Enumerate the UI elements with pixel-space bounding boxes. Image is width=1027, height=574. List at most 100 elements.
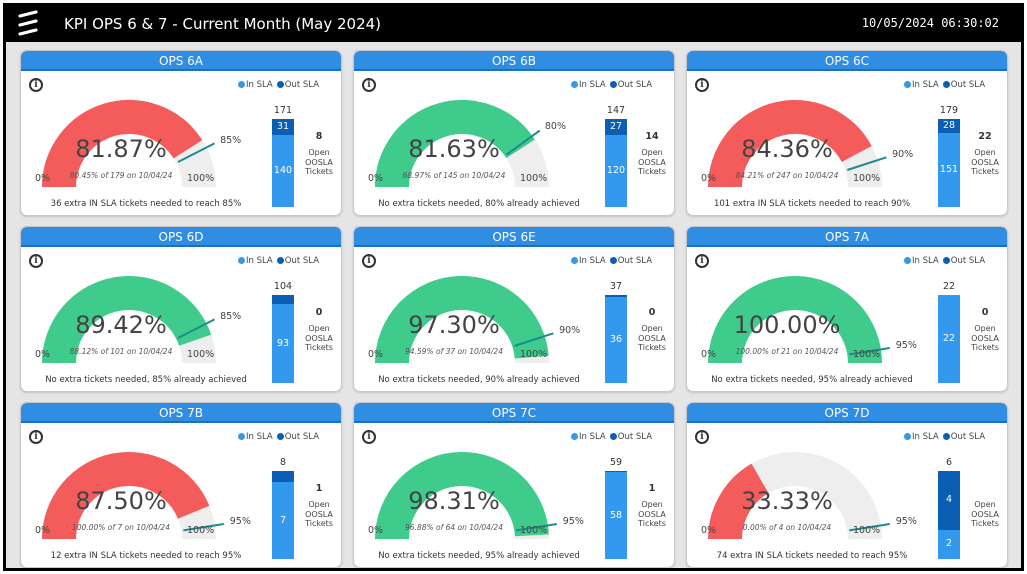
bar-total: 6 (945, 457, 953, 468)
gauge-target-label: 95% (895, 340, 917, 352)
legend: In SLA Out SLA (904, 256, 985, 266)
bar-in-sla-value: 2 (945, 538, 953, 550)
gauge-target-label: 95% (229, 516, 251, 528)
oos-ticket-label: Open OOSLA Tickets (305, 148, 333, 176)
legend-out-sla: Out SLA (942, 80, 986, 90)
legend-out-sla: Out SLA (609, 256, 653, 266)
legend-out-sla-label: Out SLA (284, 256, 320, 266)
dashboard-frame: KPI OPS 6 & 7 - Current Month (May 2024)… (3, 3, 1024, 571)
bar-total: 8 (279, 457, 287, 468)
legend-out-sla-label: Out SLA (284, 432, 320, 442)
legend-in-sla-label: In SLA (912, 256, 939, 266)
bar-out-sla-value: 4 (945, 494, 953, 506)
gauge-percentage: 33.33% (741, 487, 833, 515)
card-title: OPS 6E (354, 227, 674, 247)
out-sla-dot-icon (609, 433, 617, 440)
in-sla-dot-icon (238, 81, 245, 88)
legend-in-sla-label: In SLA (246, 80, 273, 90)
bar-in-sla-value: 58 (609, 509, 623, 521)
gauge-max-label: 100% (853, 173, 881, 184)
legend-out-sla-label: Out SLA (617, 432, 653, 442)
oos-ticket-label: Open OOSLA Tickets (971, 500, 999, 528)
bar-in-sla-value: 7 (279, 514, 287, 526)
card-status-message: 36 extra IN SLA tickets needed to reach … (50, 199, 242, 209)
gauge-min-label: 0% (368, 349, 384, 360)
gauge-max-label: 100% (520, 173, 548, 184)
gauge-min-label: 0% (701, 525, 717, 536)
legend-out-sla: Out SLA (609, 80, 652, 90)
oos-ticket-count: 0 (648, 307, 656, 318)
bar-in-sla-value: 93 (276, 337, 290, 349)
gauge-target-label: 85% (220, 134, 242, 146)
gauge-previous-month: 94.59% of 37 on 10/04/24 (405, 347, 503, 356)
bar-total: 22 (942, 281, 956, 292)
ericsson-logo-icon (10, 6, 46, 42)
legend: In SLA Out SLA (571, 256, 652, 266)
gauge-previous-month: 100.00% of 21 on 10/04/24 (735, 347, 839, 356)
gauge-previous-month: 80.45% of 179 on 10/04/24 (69, 171, 173, 180)
top-bar: KPI OPS 6 & 7 - Current Month (May 2024)… (6, 6, 1021, 42)
kpi-card-ops-6d: OPS 6D i In SLA Out SLA 85% 89.42% 88.12… (20, 226, 342, 392)
gauge-max-label: 100% (187, 173, 215, 184)
out-sla-dot-icon (942, 433, 950, 440)
card-status-message: No extra tickets needed, 90% already ach… (378, 375, 580, 385)
oos-ticket-count: 0 (315, 307, 323, 318)
legend: In SLA Out SLA (571, 432, 652, 442)
legend-out-sla: Out SLA (609, 432, 653, 442)
card-status-message: No extra tickets needed, 95% already ach… (378, 551, 580, 561)
gauge-percentage: 89.42% (75, 311, 167, 339)
legend-in-sla: In SLA (571, 80, 606, 90)
gauge-min-label: 0% (368, 525, 384, 536)
legend-in-sla: In SLA (238, 432, 273, 442)
in-sla-dot-icon (238, 433, 245, 440)
gauge-previous-month: 0.00% of 4 on 10/04/24 (742, 523, 832, 532)
bar-total: 147 (606, 105, 626, 116)
oos-ticket-label: Open OOSLA Tickets (638, 324, 666, 352)
out-sla-dot-icon (276, 433, 284, 440)
legend-out-sla: Out SLA (942, 432, 985, 442)
legend: In SLA Out SLA (238, 256, 319, 266)
gauge-percentage: 84.36% (741, 135, 833, 163)
kpi-card-ops-7c: OPS 7C i In SLA Out SLA 95% 98.31% 96.88… (353, 402, 675, 568)
oos-ticket-count: 1 (315, 483, 323, 494)
in-sla-dot-icon (904, 433, 911, 440)
gauge-min-label: 0% (368, 173, 384, 184)
legend-in-sla: In SLA (904, 80, 939, 90)
legend-out-sla: Out SLA (276, 432, 320, 442)
bar-in-sla-value: 140 (273, 164, 293, 176)
gauge-previous-month: 68.97% of 145 on 10/04/24 (402, 171, 506, 180)
gauge-max-label: 100% (853, 349, 881, 360)
kpi-card-ops-6a: OPS 6A i In SLA Out SLA 85% 81.87% 80.45… (20, 50, 342, 216)
gauge-max-label: 100% (853, 525, 881, 536)
gauge-target-label: 85% (220, 310, 242, 322)
in-sla-dot-icon (904, 257, 911, 264)
gauge-min-label: 0% (35, 349, 51, 360)
card-title: OPS 7B (21, 403, 341, 423)
bar-total: 171 (273, 105, 293, 116)
legend-out-sla: Out SLA (276, 256, 320, 266)
gauge-min-label: 0% (701, 173, 717, 184)
legend-in-sla-label: In SLA (579, 256, 606, 266)
kpi-card-ops-6e: OPS 6E i In SLA Out SLA 90% 97.30% 94.59… (353, 226, 675, 392)
bar-out-sla-value: 31 (276, 120, 290, 132)
legend-out-sla-label: Out SLA (950, 80, 986, 90)
card-title: OPS 7C (354, 403, 674, 423)
card-status-message: No extra tickets needed, 85% already ach… (45, 375, 247, 385)
card-status-message: No extra tickets needed, 80% already ach… (378, 199, 580, 209)
kpi-grid: OPS 6A i In SLA Out SLA 85% 81.87% 80.45… (20, 50, 1015, 568)
gauge-target-label: 90% (559, 325, 581, 337)
kpi-card-ops-6b: OPS 6B i In SLA Out SLA 80% 81.63% 68.97… (353, 50, 675, 216)
gauge-previous-month: 84.21% of 247 on 10/04/24 (735, 171, 839, 180)
oos-ticket-count: 8 (315, 131, 323, 142)
oos-ticket-count: 1 (648, 483, 656, 494)
oos-ticket-count: 14 (645, 131, 659, 142)
gauge-percentage: 100.00% (733, 311, 841, 339)
legend-out-sla-label: Out SLA (617, 256, 653, 266)
legend-in-sla-label: In SLA (912, 80, 939, 90)
bar-total: 37 (609, 281, 623, 292)
legend-in-sla: In SLA (238, 80, 273, 90)
legend-in-sla: In SLA (571, 432, 606, 442)
gauge-percentage: 81.63% (408, 135, 500, 163)
gauge-max-label: 100% (520, 525, 548, 536)
oos-ticket-label: Open OOSLA Tickets (305, 500, 333, 528)
